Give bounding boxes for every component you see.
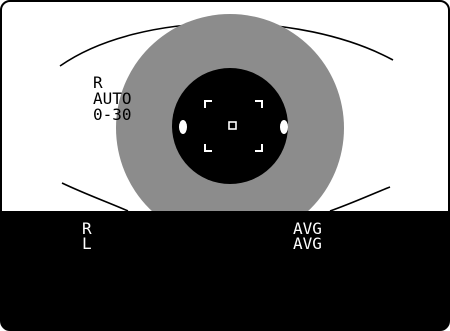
range-label: 0-30 <box>93 105 132 124</box>
left-eye-readout-value: AVG <box>293 234 322 253</box>
eye-monitor-screen: R AUTO 0-30 R L AVG AVG <box>0 0 450 331</box>
eye-camera-view <box>0 0 450 331</box>
corneal-reflex-dot <box>179 120 187 134</box>
readout-panel <box>1 211 449 330</box>
left-eye-readout-label: L <box>82 234 92 253</box>
pupil <box>172 68 288 184</box>
corneal-reflex-dot <box>280 120 288 134</box>
eye-side-label: R <box>93 73 103 92</box>
program-label: AUTO <box>93 89 132 108</box>
